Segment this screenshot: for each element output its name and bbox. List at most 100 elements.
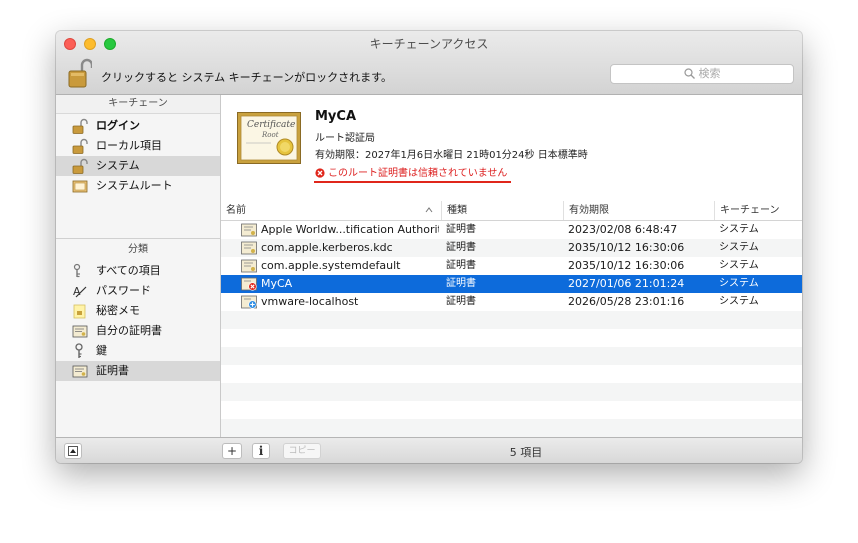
trust-warning-text: このルート証明書は信頼されていません [328,168,508,179]
row-expires: 2035/10/12 16:30:06 [568,259,685,272]
empty-row [221,311,802,329]
error-icon [315,168,325,178]
certificate-table: Apple Worldw...tification Authority 証明書 … [221,221,802,437]
my-certificate-icon [72,325,88,338]
sidebar-item-label: 秘密メモ [96,304,140,317]
row-expires: 2035/10/12 16:30:06 [568,241,685,254]
item-count: 5 項目 [509,446,543,459]
row-keychain: システム [719,242,759,253]
column-header-name[interactable]: 名前 [221,201,442,220]
row-kind: 証明書 [446,260,476,271]
sidebar-item-label: 証明書 [96,364,129,377]
table-row[interactable]: com.apple.systemdefault 証明書 2035/10/12 1… [221,257,802,275]
certificate-expiry: 有効期限：2027年1月6日水曜日 21時01分24秒 日本標準時 [315,150,588,161]
certificate-kind: ルート認証局 [315,133,375,144]
empty-row [221,383,802,401]
keychain-access-window: キーチェーンアクセス クリックすると システム キーチェーンがロックされます。 … [56,31,802,463]
column-header-expires[interactable]: 有効期限 [564,201,715,220]
empty-row [221,401,802,419]
row-expires: 2026/05/28 23:01:16 [568,295,685,308]
row-kind: 証明書 [446,242,476,253]
table-row[interactable]: com.apple.kerberos.kdc 証明書 2035/10/12 16… [221,239,802,257]
add-button[interactable]: + [222,443,242,459]
all-items-icon [73,263,81,278]
untrusted-certificate-icon [241,277,257,291]
sidebar-item-certificates[interactable]: 証明書 [56,361,220,381]
sidebar-item-label: ログイン [96,119,140,132]
copy-button[interactable]: コピー [283,443,321,459]
lock-message: クリックすると システム キーチェーンがロックされます。 [101,71,393,84]
sidebar-item-my-certificates[interactable]: 自分の証明書 [56,321,220,341]
lock-open-icon [72,118,88,134]
empty-row [221,419,802,437]
empty-row [221,347,802,365]
row-name: com.apple.kerberos.kdc [261,241,393,254]
lock-open-icon [72,138,88,154]
sidebar: キーチェーン ログイン ローカル項目 システム システムルート 分類 すべての項… [56,95,221,437]
password-icon: A [73,285,87,298]
table-row-selected[interactable]: MyCA 証明書 2027/01/06 21:01:24 システム [221,275,802,293]
sidebar-item-label: システム [96,159,140,172]
empty-row [221,365,802,383]
search-icon [683,68,695,79]
lock-open-icon[interactable] [68,58,92,88]
warning-underline [314,181,511,183]
row-expires: 2023/02/08 6:48:47 [568,223,678,236]
search-field[interactable]: 検索 [610,64,794,84]
window-title: キーチェーンアクセス [369,37,489,51]
certificate-icon [241,223,257,237]
sidebar-item-local-items[interactable]: ローカル項目 [56,136,220,156]
bottom-bar: + i コピー 5 項目 [56,437,802,463]
toolbar: キーチェーンアクセス クリックすると システム キーチェーンがロックされます。 … [56,31,802,95]
row-keychain: システム [719,224,759,235]
keychains-header: キーチェーン [56,95,220,114]
certificate-icon [72,365,88,378]
sort-ascending-icon [425,207,433,213]
cabinet-icon [72,180,88,193]
lock-open-icon [72,158,88,174]
main-content: Certificate Root MyCA ルート認証局 有効期限：2027年1… [221,95,802,437]
sidebar-item-label: ローカル項目 [96,139,162,152]
row-name: com.apple.systemdefault [261,259,401,272]
table-row[interactable]: vmware-localhost 証明書 2026/05/28 23:01:16… [221,293,802,311]
row-keychain: システム [719,260,759,271]
custom-trust-certificate-icon [241,295,257,309]
row-kind: 証明書 [446,278,476,289]
trust-warning: このルート証明書は信頼されていません [315,164,507,179]
sidebar-item-all-items[interactable]: すべての項目 [56,261,220,281]
sidebar-item-keys[interactable]: 鍵 [56,341,220,361]
certificate-icon [241,259,257,273]
row-keychain: システム [719,296,759,307]
root-certificate-icon: Certificate Root [237,112,301,164]
svg-text:Certificate: Certificate [247,120,295,130]
sidebar-item-label: すべての項目 [96,264,161,277]
sidebar-item-system-roots[interactable]: システムルート [56,176,220,196]
row-kind: 証明書 [446,224,476,235]
sidebar-item-login[interactable]: ログイン [56,116,220,136]
svg-text:Root: Root [261,131,279,139]
sidebar-item-label: 自分の証明書 [96,324,162,337]
column-header-kind[interactable]: 種類 [442,201,564,220]
sidebar-item-system[interactable]: システム [56,156,220,176]
table-header: 名前 種類 有効期限 キーチェーン [221,201,802,221]
key-icon [75,343,83,358]
row-name: MyCA [261,277,293,290]
column-header-keychain[interactable]: キーチェーン [715,201,802,220]
search-placeholder: 検索 [698,67,721,80]
categories-header: 分類 [56,239,220,259]
sidebar-item-passwords[interactable]: A パスワード [56,281,220,301]
row-kind: 証明書 [446,296,476,307]
row-expires: 2027/01/06 21:01:24 [568,277,685,290]
row-name: vmware-localhost [261,295,359,308]
sidebar-item-secure-notes[interactable]: 秘密メモ [56,301,220,321]
table-row[interactable]: Apple Worldw...tification Authority 証明書 … [221,221,802,239]
show-sidebar-button[interactable] [64,443,82,459]
certificate-icon [241,241,257,255]
info-button[interactable]: i [252,443,270,459]
certificate-detail-panel: Certificate Root MyCA ルート認証局 有効期限：2027年1… [221,95,802,202]
row-keychain: システム [719,278,759,289]
empty-row [221,329,802,347]
certificate-name: MyCA [315,109,357,124]
sidebar-item-label: システムルート [96,179,173,192]
sidebar-item-label: パスワード [96,284,151,297]
